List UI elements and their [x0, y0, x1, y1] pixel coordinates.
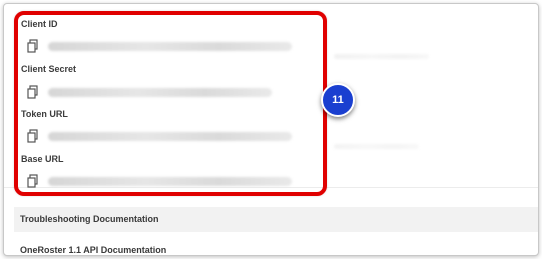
step-badge: 11 [321, 83, 355, 117]
background-text [334, 54, 429, 59]
screenshot-frame: Client ID Client Secret Token URL Base U… [3, 3, 539, 256]
troubleshooting-documentation-link[interactable]: Troubleshooting Documentation [14, 207, 538, 232]
api-documentation-link[interactable]: OneRoster 1.1 API Documentation [14, 242, 538, 255]
background-text [334, 144, 419, 149]
highlight-box [14, 11, 327, 196]
